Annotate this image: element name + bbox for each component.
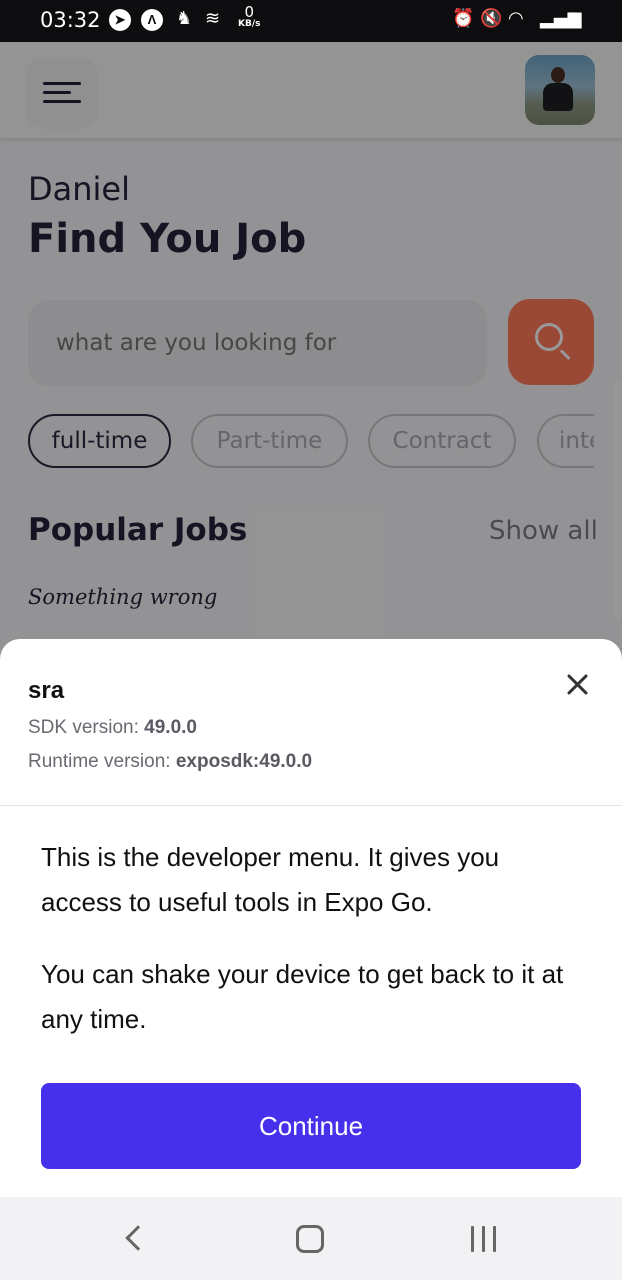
shake-paragraph: You can shake your device to get back to… bbox=[41, 959, 564, 1034]
sdk-version-value: 49.0.0 bbox=[144, 717, 197, 738]
sdk-version: SDK version: 49.0.0 bbox=[28, 717, 197, 739]
developer-menu-sheet: sra SDK version: 49.0.0 Runtime version:… bbox=[0, 639, 622, 1197]
status-time: 03:32 bbox=[40, 8, 101, 32]
hotspot-icon: ≋ bbox=[205, 8, 221, 29]
mute-icon: 🔇 bbox=[480, 8, 503, 29]
app-name: sra bbox=[28, 677, 65, 704]
close-button[interactable] bbox=[563, 670, 593, 700]
recents-bar bbox=[471, 1226, 474, 1252]
home-icon[interactable] bbox=[296, 1225, 324, 1253]
status-bar: 03:32 ➤ Λ ♞ ≋ 0 KB/s ⏰ 🔇 ◠ ▂▄▆ ▮ bbox=[0, 0, 622, 42]
continue-button[interactable]: Continue bbox=[41, 1083, 581, 1169]
battery-charging-icon: ▮ bbox=[567, 8, 577, 29]
navigation-bar bbox=[0, 1197, 622, 1280]
runtime-version-label: Runtime version: bbox=[28, 751, 176, 772]
wifi-icon: ◠ bbox=[508, 8, 524, 29]
recent-apps-icon[interactable] bbox=[471, 1226, 497, 1252]
notification-a-icon: Λ bbox=[141, 9, 163, 31]
telegram-icon: ➤ bbox=[109, 9, 131, 31]
network-speed-value: 0 bbox=[244, 3, 255, 21]
runtime-version: Runtime version: exposdk:49.0.0 bbox=[28, 751, 312, 773]
alarm-icon: ⏰ bbox=[452, 8, 475, 29]
person-icon: ♞ bbox=[176, 8, 193, 29]
recents-bar bbox=[493, 1226, 496, 1252]
runtime-version-value: exposdk:49.0.0 bbox=[175, 751, 313, 772]
recents-bar bbox=[482, 1226, 485, 1252]
intro-paragraph: This is the developer menu. It gives you… bbox=[41, 842, 500, 917]
network-speed-unit: KB/s bbox=[238, 19, 261, 29]
sdk-version-label: SDK version: bbox=[28, 717, 145, 738]
network-speed: 0 KB/s bbox=[238, 5, 260, 29]
back-chevron-icon[interactable] bbox=[123, 1225, 143, 1253]
divider bbox=[0, 805, 622, 806]
